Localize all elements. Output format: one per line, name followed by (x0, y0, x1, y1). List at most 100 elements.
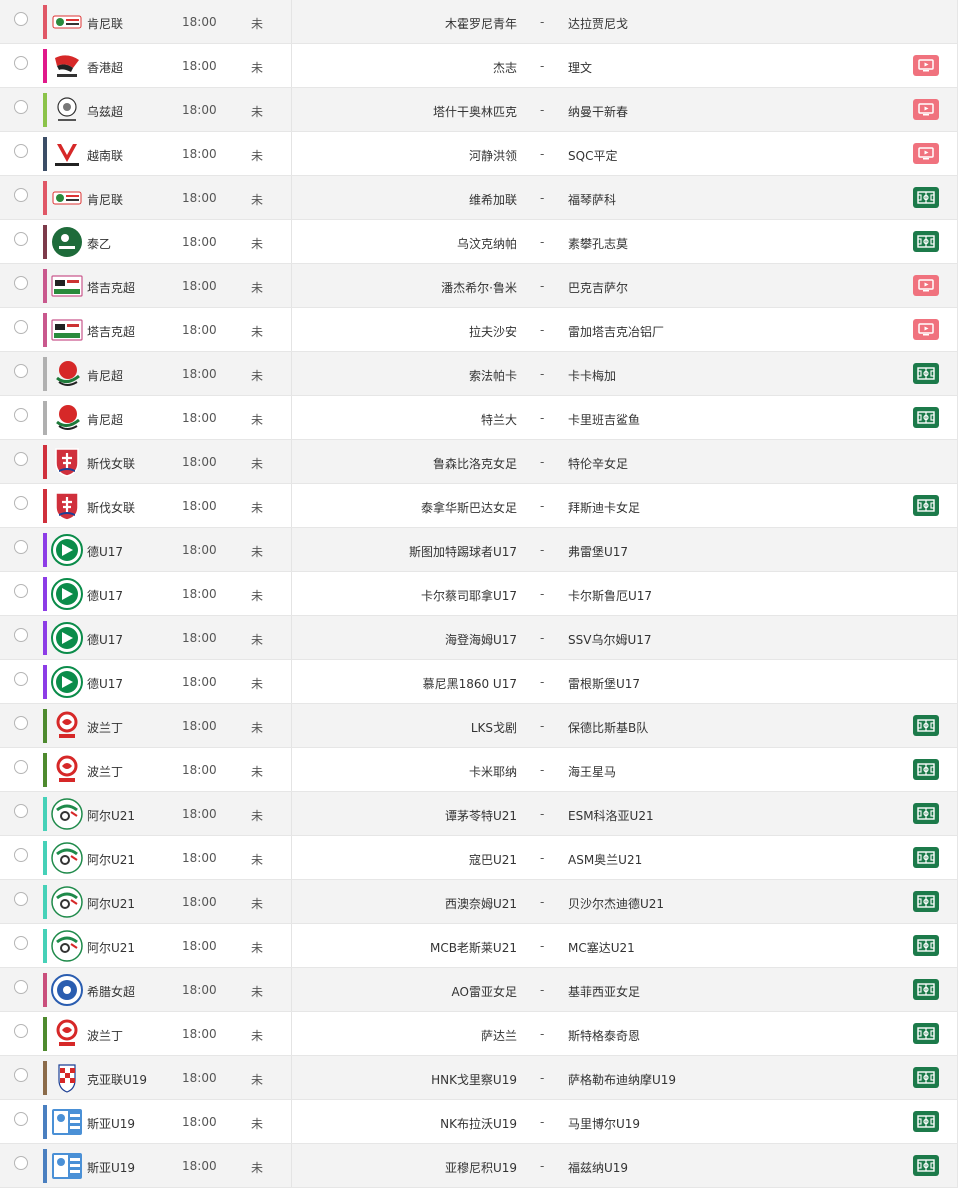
match-row[interactable]: 斯亚U19 18:00 未 亚穆尼积U19 - 福兹纳U19 (0, 1144, 958, 1188)
away-team[interactable]: 巴克吉萨尔 (568, 279, 628, 296)
away-team[interactable]: 拜斯迪卡女足 (568, 499, 640, 516)
home-team[interactable]: 泰拿华斯巴达女足 (421, 499, 517, 516)
league-name[interactable]: 阿尔U21 (87, 939, 135, 956)
animation-pitch-icon[interactable] (913, 231, 939, 252)
away-team[interactable]: 萨格勒布迪纳摩U19 (568, 1071, 676, 1088)
match-row[interactable]: 克亚联U19 18:00 未 HNK戈里察U19 - 萨格勒布迪纳摩U19 (0, 1056, 958, 1100)
select-radio[interactable] (14, 760, 28, 774)
match-row[interactable]: 阿尔U21 18:00 未 谭茅苓特U21 - ESM科洛亚U21 (0, 792, 958, 836)
home-team[interactable]: NK布拉沃U19 (440, 1115, 517, 1132)
home-team[interactable]: AO雷亚女足 (452, 983, 517, 1000)
select-radio[interactable] (14, 628, 28, 642)
match-row[interactable]: 阿尔U21 18:00 未 寇巴U21 - ASM奥兰U21 (0, 836, 958, 880)
home-team[interactable]: 河静洪领 (469, 147, 517, 164)
animation-pitch-icon[interactable] (913, 803, 939, 824)
home-team[interactable]: 亚穆尼积U19 (445, 1159, 517, 1176)
away-team[interactable]: 福兹纳U19 (568, 1159, 628, 1176)
home-team[interactable]: 萨达兰 (481, 1027, 517, 1044)
match-row[interactable]: 德U17 18:00 未 慕尼黑1860 U17 - 雷根斯堡U17 (0, 660, 958, 704)
video-live-icon[interactable] (913, 55, 939, 76)
match-row[interactable]: 波兰丁 18:00 未 LKS戈剧 - 保德比斯基B队 (0, 704, 958, 748)
away-team[interactable]: SQC平定 (568, 147, 617, 164)
away-team[interactable]: 卡里班吉鲨鱼 (568, 411, 640, 428)
away-team[interactable]: ESM科洛亚U21 (568, 807, 654, 824)
league-name[interactable]: 斯伐女联 (87, 455, 135, 472)
league-name[interactable]: 斯伐女联 (87, 499, 135, 516)
animation-pitch-icon[interactable] (913, 363, 939, 384)
league-name[interactable]: 德U17 (87, 587, 123, 604)
league-name[interactable]: 塔吉克超 (87, 279, 135, 296)
select-radio[interactable] (14, 584, 28, 598)
animation-pitch-icon[interactable] (913, 495, 939, 516)
away-team[interactable]: 纳曼干新春 (568, 103, 628, 120)
league-name[interactable]: 肯尼联 (87, 191, 123, 208)
select-radio[interactable] (14, 892, 28, 906)
home-team[interactable]: MCB老斯莱U21 (430, 939, 517, 956)
match-row[interactable]: 泰乙 18:00 未 乌汶克纳帕 - 素攀孔志莫 (0, 220, 958, 264)
home-team[interactable]: 谭茅苓特U21 (445, 807, 517, 824)
league-name[interactable]: 乌兹超 (87, 103, 123, 120)
animation-pitch-icon[interactable] (913, 891, 939, 912)
select-radio[interactable] (14, 12, 28, 26)
home-team[interactable]: 特兰大 (481, 411, 517, 428)
animation-pitch-icon[interactable] (913, 1155, 939, 1176)
match-row[interactable]: 德U17 18:00 未 海登海姆U17 - SSV乌尔姆U17 (0, 616, 958, 660)
select-radio[interactable] (14, 364, 28, 378)
match-row[interactable]: 肯尼超 18:00 未 特兰大 - 卡里班吉鲨鱼 (0, 396, 958, 440)
match-row[interactable]: 斯伐女联 18:00 未 泰拿华斯巴达女足 - 拜斯迪卡女足 (0, 484, 958, 528)
home-team[interactable]: 鲁森比洛克女足 (433, 455, 517, 472)
match-row[interactable]: 香港超 18:00 未 杰志 - 理文 (0, 44, 958, 88)
home-team[interactable]: LKS戈剧 (471, 719, 517, 736)
away-team[interactable]: 贝沙尔杰迪德U21 (568, 895, 664, 912)
away-team[interactable]: 福琴萨科 (568, 191, 616, 208)
animation-pitch-icon[interactable] (913, 1067, 939, 1088)
animation-pitch-icon[interactable] (913, 407, 939, 428)
league-name[interactable]: 德U17 (87, 675, 123, 692)
league-name[interactable]: 越南联 (87, 147, 123, 164)
league-name[interactable]: 克亚联U19 (87, 1071, 147, 1088)
league-name[interactable]: 波兰丁 (87, 719, 123, 736)
league-name[interactable]: 德U17 (87, 543, 123, 560)
select-radio[interactable] (14, 408, 28, 422)
home-team[interactable]: 慕尼黑1860 U17 (423, 675, 517, 692)
home-team[interactable]: HNK戈里察U19 (431, 1071, 517, 1088)
away-team[interactable]: 保德比斯基B队 (568, 719, 648, 736)
league-name[interactable]: 香港超 (87, 59, 123, 76)
league-name[interactable]: 肯尼超 (87, 411, 123, 428)
select-radio[interactable] (14, 100, 28, 114)
away-team[interactable]: SSV乌尔姆U17 (568, 631, 652, 648)
home-team[interactable]: 海登海姆U17 (445, 631, 517, 648)
league-name[interactable]: 希腊女超 (87, 983, 135, 1000)
match-row[interactable]: 斯伐女联 18:00 未 鲁森比洛克女足 - 特伦辛女足 (0, 440, 958, 484)
match-row[interactable]: 德U17 18:00 未 斯图加特踢球者U17 - 弗雷堡U17 (0, 528, 958, 572)
league-name[interactable]: 阿尔U21 (87, 807, 135, 824)
match-row[interactable]: 塔吉克超 18:00 未 潘杰希尔·鲁米 - 巴克吉萨尔 (0, 264, 958, 308)
video-live-icon[interactable] (913, 143, 939, 164)
away-team[interactable]: 雷根斯堡U17 (568, 675, 640, 692)
animation-pitch-icon[interactable] (913, 935, 939, 956)
away-team[interactable]: 雷加塔吉克冶铝厂 (568, 323, 664, 340)
league-name[interactable]: 斯亚U19 (87, 1159, 135, 1176)
match-row[interactable]: 肯尼联 18:00 未 木霍罗尼青年 - 达拉贾尼戈 (0, 0, 958, 44)
league-name[interactable]: 塔吉克超 (87, 323, 135, 340)
select-radio[interactable] (14, 232, 28, 246)
match-row[interactable]: 肯尼超 18:00 未 索法帕卡 - 卡卡梅加 (0, 352, 958, 396)
away-team[interactable]: 弗雷堡U17 (568, 543, 628, 560)
away-team[interactable]: 卡尔斯鲁厄U17 (568, 587, 652, 604)
match-row[interactable]: 肯尼联 18:00 未 维希加联 - 福琴萨科 (0, 176, 958, 220)
video-live-icon[interactable] (913, 275, 939, 296)
away-team[interactable]: 素攀孔志莫 (568, 235, 628, 252)
select-radio[interactable] (14, 716, 28, 730)
match-row[interactable]: 乌兹超 18:00 未 塔什干奥林匹克 - 纳曼干新春 (0, 88, 958, 132)
away-team[interactable]: MC塞达U21 (568, 939, 635, 956)
home-team[interactable]: 卡米耶纳 (469, 763, 517, 780)
select-radio[interactable] (14, 936, 28, 950)
select-radio[interactable] (14, 1156, 28, 1170)
match-row[interactable]: 越南联 18:00 未 河静洪领 - SQC平定 (0, 132, 958, 176)
select-radio[interactable] (14, 1068, 28, 1082)
away-team[interactable]: 特伦辛女足 (568, 455, 628, 472)
home-team[interactable]: 西澳奈姆U21 (445, 895, 517, 912)
select-radio[interactable] (14, 496, 28, 510)
select-radio[interactable] (14, 848, 28, 862)
select-radio[interactable] (14, 144, 28, 158)
